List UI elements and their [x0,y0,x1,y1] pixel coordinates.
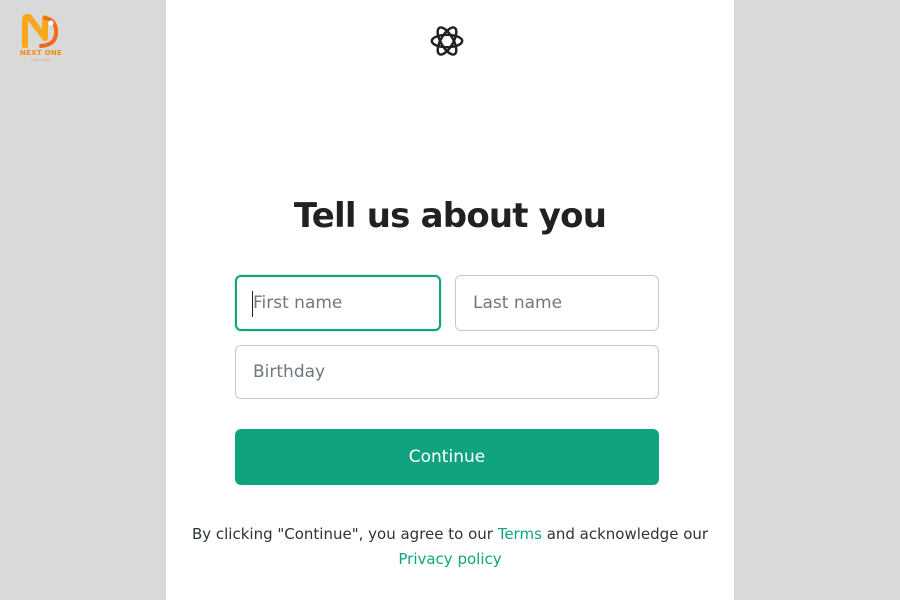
openai-logo-icon [430,26,464,56]
birthday-input[interactable] [235,345,659,399]
legal-prefix: By clicking "Continue", you agree to our [191,525,493,543]
page-title: Tell us about you [293,196,607,236]
signup-panel: Tell us about you Continue By clicking "… [166,0,734,600]
legal-notice: By clicking "Continue", you agree to our… [166,522,734,572]
first-name-input[interactable] [235,275,441,331]
last-name-input[interactable] [455,275,659,331]
continue-button[interactable]: Continue [235,429,659,485]
privacy-policy-link[interactable]: Privacy policy [398,550,501,568]
brand-tagline: NEXT & NEW [31,58,51,62]
text-cursor [252,291,253,317]
next-one-logo-icon [22,14,59,48]
legal-middle: and acknowledge our [546,525,709,543]
brand-logo: NEXT ONE NEXT & NEW [10,14,72,68]
terms-link[interactable]: Terms [498,525,542,543]
brand-name: NEXT ONE [19,49,63,57]
